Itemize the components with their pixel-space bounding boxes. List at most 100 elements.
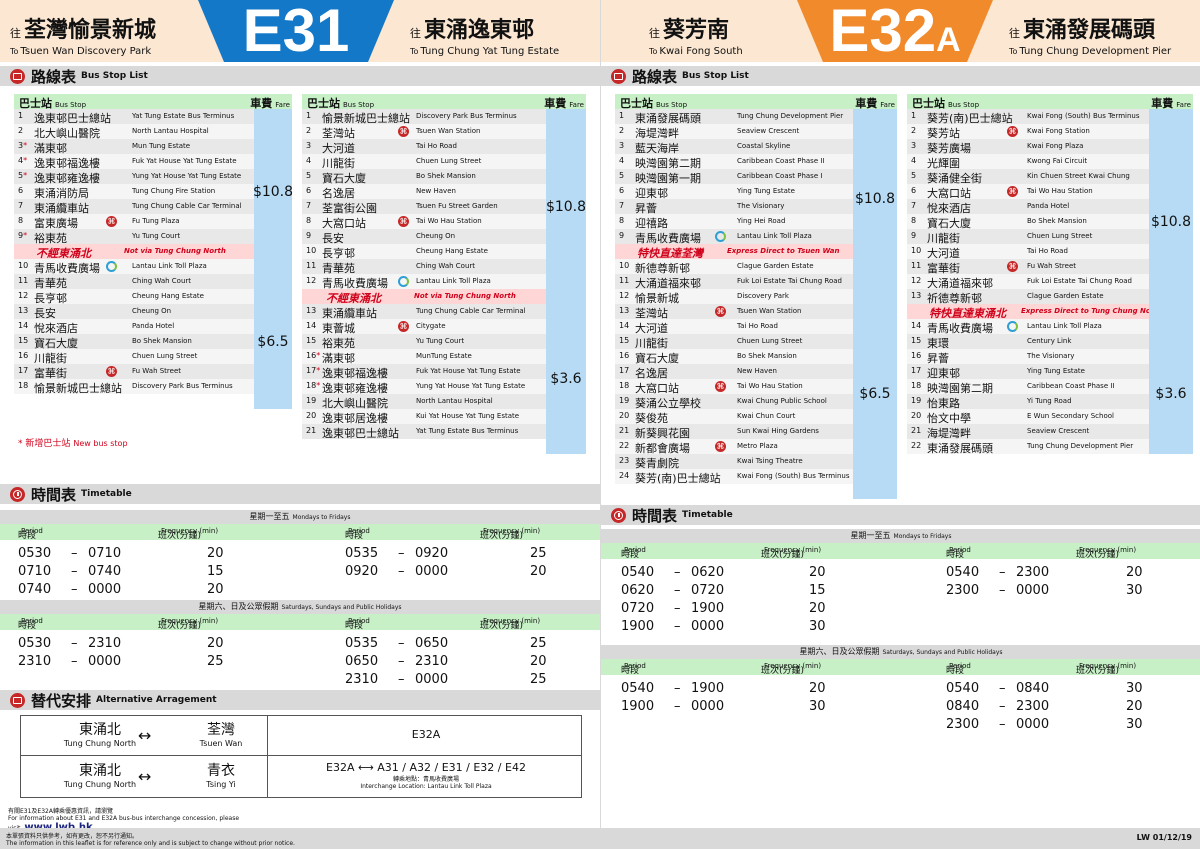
- stop-row: 4 川龍街 Chuen Lung Street: [302, 154, 546, 170]
- frequency-value: 20: [530, 564, 547, 579]
- stop-number: 12: [18, 291, 29, 300]
- stop-row: 9 青馬收費廣場 Lantau Link Toll Plaza: [615, 229, 853, 245]
- express-note-en: Not via Tung Chung North: [414, 292, 516, 300]
- period-end: 0620: [691, 565, 725, 580]
- new-stop-note: * 新增巴士站 New bus stop: [18, 439, 128, 449]
- period-end: 1900: [691, 681, 725, 696]
- stop-name-en: Kin Chuen Street Kwai Chung: [1027, 172, 1130, 180]
- stop-number: 5: [306, 171, 312, 180]
- period-dash: –: [398, 636, 405, 651]
- period-end: 0000: [88, 654, 122, 669]
- stop-name-en: Fuk Yat House Yat Tung Estate: [416, 367, 521, 375]
- stop-name-zh: 愉景新城巴士總站: [34, 382, 122, 395]
- stop-row: 10 長亨邨 Cheung Hang Estate: [302, 244, 546, 260]
- stop-row: 2 海堤灣畔 Seaview Crescent: [615, 124, 853, 140]
- stop-list-title-zh: 路線表: [31, 67, 77, 86]
- e32a-route-badge: E32A: [797, 0, 993, 62]
- origin-to: To: [10, 47, 19, 56]
- stop-name-en: Seaview Crescent: [1027, 427, 1090, 435]
- stop-number: 2: [18, 126, 24, 135]
- stop-name-en: Cheung Hang Estate: [416, 247, 488, 255]
- e31-route-number: E31: [242, 0, 350, 62]
- period-start: 0535: [345, 546, 379, 561]
- fare-block: $10.8: [853, 109, 897, 289]
- stop-number: 13: [911, 291, 922, 300]
- frequency-value: 30: [1126, 717, 1143, 732]
- period-end: 2310: [415, 654, 449, 669]
- fare-column-heading-en: Fare: [1176, 101, 1191, 109]
- period-end: 2310: [88, 636, 122, 651]
- stop-number: 1: [18, 111, 24, 120]
- stop-name-en: E Wun Secondary School: [1027, 412, 1114, 420]
- stop-name-en: Lantau Link Toll Plaza: [132, 262, 207, 270]
- stop-number: 13: [18, 306, 29, 315]
- stop-name-en: Tai Ho Road: [1027, 247, 1068, 255]
- e32a-stop-list-bar: 路線表 Bus Stop List: [601, 66, 1200, 86]
- new-stop-asterisk: *: [23, 141, 28, 150]
- stop-number: 4: [306, 156, 312, 165]
- holiday-schedule: 0540–1900 20 1900–0000 30 0540–0840 30 0840–23…: [601, 675, 1200, 735]
- stop-number: 14: [18, 321, 29, 330]
- stop-row: 11 大涌道福來邨 Fuk Loi Estate Tai Chung Road: [615, 274, 853, 290]
- stop-column-heading-en: Bus Stop: [656, 101, 688, 109]
- e32a-stop-table-outbound: 巴士站 Bus Stop 車費 Fare 1 東涌發展碼頭 Tung Chung Devel…: [615, 94, 897, 499]
- timetable-title-zh: 時間表: [31, 485, 77, 504]
- stop-number: 6: [306, 186, 312, 195]
- timetable-title-en: Timetable: [81, 489, 132, 499]
- frequency-value: 25: [530, 546, 547, 561]
- stop-name-en: Tai Wo Hau Station: [416, 217, 482, 225]
- period-start: 2300: [946, 583, 980, 598]
- stop-number: 8: [911, 216, 917, 225]
- stop-name-en: Chuen Lung Street: [737, 337, 803, 345]
- origin-prefix: 往: [10, 27, 21, 40]
- frequency-value: 30: [809, 619, 826, 634]
- stop-row: 1 葵芳(南)巴士總站 Kwai Fong (South) Bus Terminus: [907, 109, 1149, 125]
- stop-list-header: 巴士站 Bus Stop 車費 Fare: [302, 94, 586, 110]
- stop-name-en: Kwai Fong (South) Bus Terminus: [737, 472, 850, 480]
- bus-icon: [10, 692, 25, 708]
- stop-row: 11 青華苑 Ching Wah Court: [302, 259, 546, 275]
- stop-name-en: Tung Chung Development Pier: [737, 112, 844, 120]
- stop-row: 5* 逸東邨雍逸樓 Yung Yat House Yat Tung Estate: [14, 169, 254, 185]
- stop-row: 14 大河道 Tai Ho Road: [615, 319, 853, 335]
- period-dash: –: [398, 672, 405, 687]
- mtr-station-icon: ⌘: [715, 441, 726, 452]
- clock-icon: [611, 507, 626, 523]
- stop-row: 14 青馬收費廣場 Lantau Link Toll Plaza: [907, 319, 1149, 335]
- stop-name-en: Kwai Fong (South) Bus Terminus: [1027, 112, 1140, 120]
- stop-number: 7: [306, 201, 312, 210]
- origin-name-en: Tsuen Wan Discovery Park: [20, 46, 152, 57]
- stop-name-en: Chuen Lung Street: [132, 352, 198, 360]
- frequency-value: 30: [1126, 681, 1143, 696]
- stop-name-en: MunTung Estate: [416, 352, 472, 360]
- stop-row: 13 荃灣站 ⌘ Tsuen Wan Station: [615, 304, 853, 320]
- alternative-bar: 替代安排 Alternative Arragement: [0, 690, 600, 710]
- period-end: 0740: [88, 564, 122, 579]
- express-note-en: Not via Tung Chung North: [124, 247, 226, 255]
- stop-name-en: Tung Chung Cable Car Terminal: [416, 307, 526, 315]
- stop-number: 12: [619, 291, 630, 300]
- stop-number: 15: [306, 336, 317, 345]
- period-dash: –: [71, 654, 78, 669]
- stop-row: 18* 逸東邨雍逸樓 Yung Yat House Yat Tung Estate: [302, 379, 546, 395]
- stop-name-en: Kwai Tsing Theatre: [737, 457, 803, 465]
- stop-row: 17* 逸東邨福逸樓 Fuk Yat House Yat Tung Estate: [302, 364, 546, 380]
- period-start: 0540: [621, 565, 655, 580]
- period-dash: –: [674, 583, 681, 598]
- double-arrow-icon: ↔: [138, 726, 152, 745]
- fare-column-heading-en: Fare: [569, 101, 584, 109]
- stop-column-heading-en: Bus Stop: [55, 101, 87, 109]
- stop-number: 2: [619, 126, 625, 135]
- stop-name-en: Ching Wah Court: [416, 262, 476, 270]
- frequency-value: 25: [530, 636, 547, 651]
- dest-prefix: 往: [410, 27, 421, 40]
- mtr-station-icon: ⌘: [398, 126, 409, 137]
- stop-row: 9 川龍街 Chuen Lung Street: [907, 229, 1149, 245]
- stop-row: 6 迎東邨 Ying Tung Estate: [615, 184, 853, 200]
- stop-row: 10 新德尊新邨 Clague Garden Estate: [615, 259, 853, 275]
- frequency-value: 15: [809, 583, 826, 598]
- fare-block: $10.8: [1149, 109, 1193, 334]
- stop-row: 5 映灣園第一期 Caribbean Coast Phase I: [615, 169, 853, 185]
- stop-name-en: North Lantau Hospital: [132, 127, 209, 135]
- stop-name-en: Tung Chung Development Pier: [1027, 442, 1134, 450]
